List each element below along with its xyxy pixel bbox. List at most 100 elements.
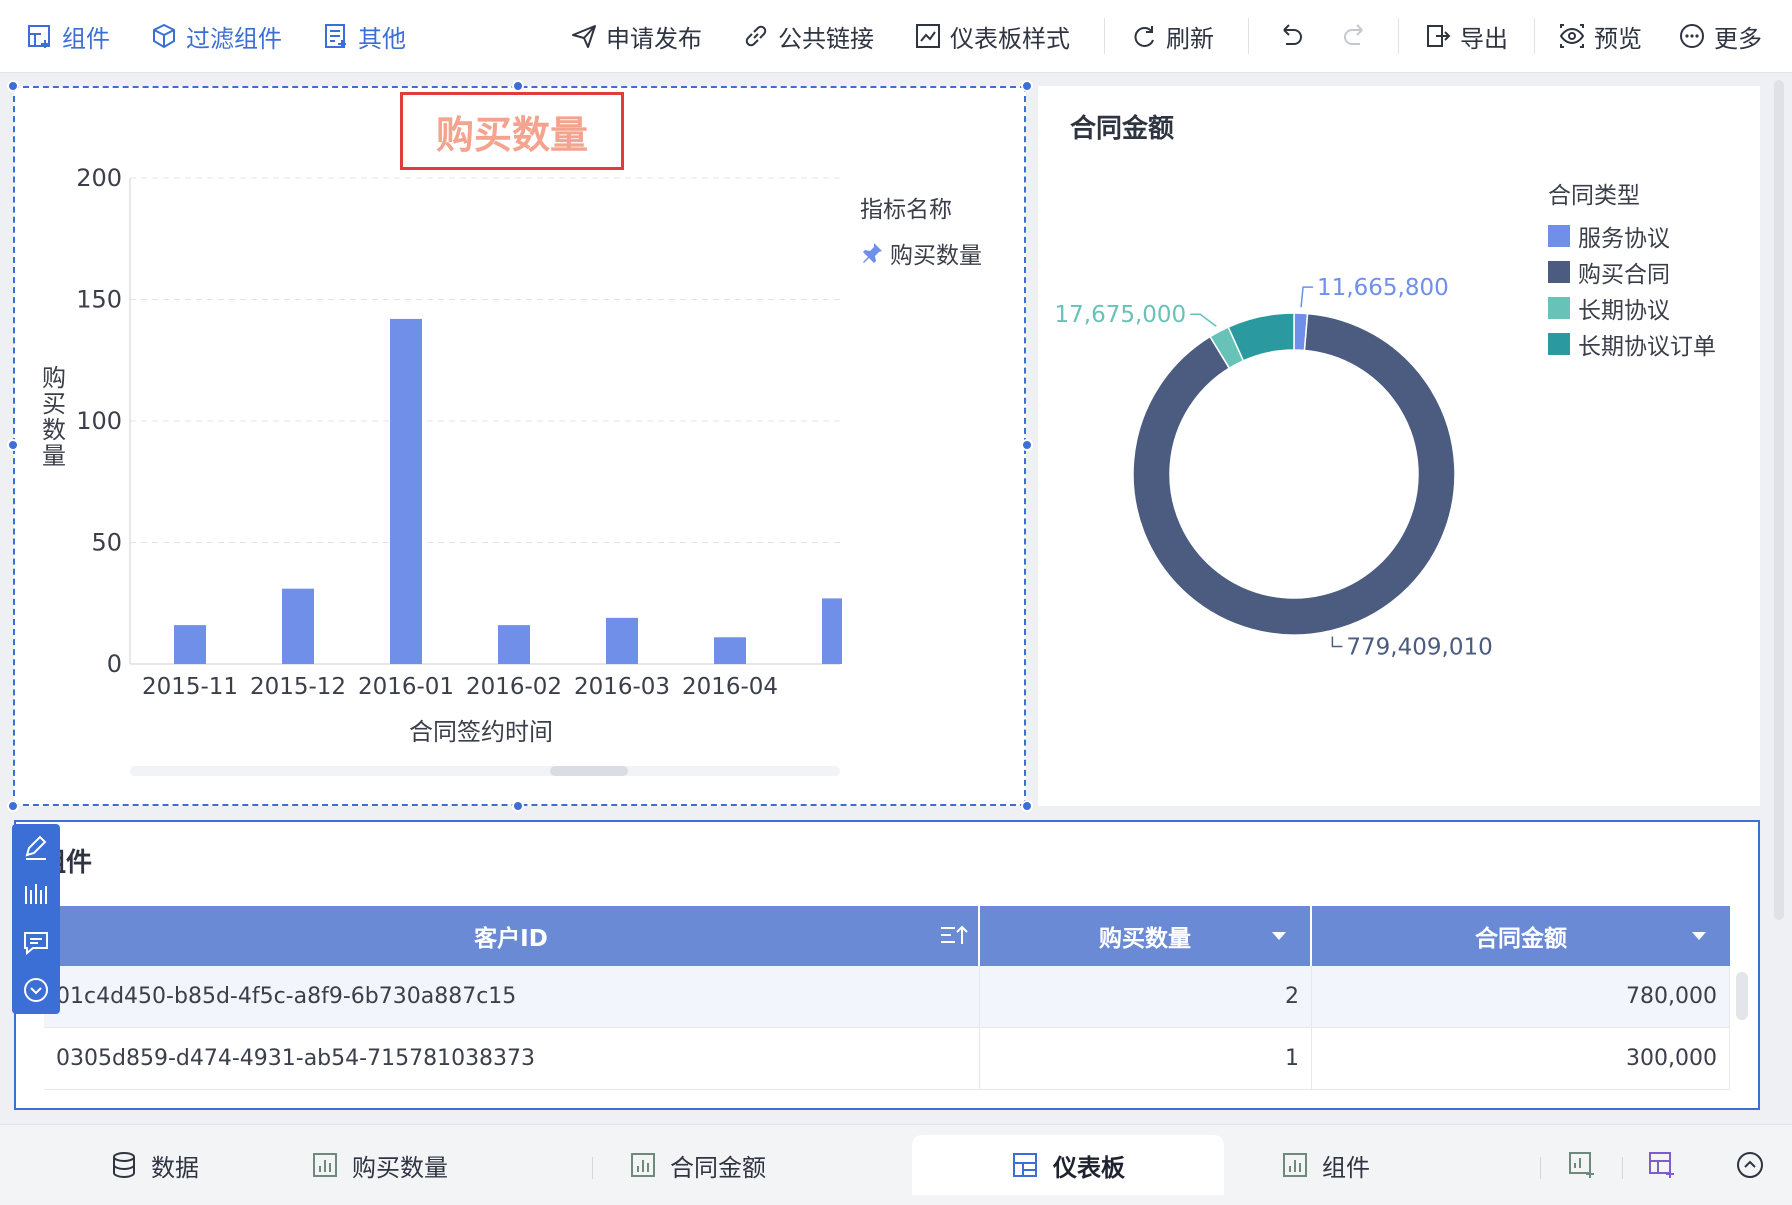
- sort-icon[interactable]: [938, 922, 968, 950]
- tab-label: 购买数量: [352, 1153, 448, 1182]
- bar-legend-item[interactable]: 购买数量: [860, 236, 982, 270]
- slice-data-label: 17,675,000: [1055, 302, 1187, 328]
- expand-down-icon[interactable]: [21, 975, 51, 1005]
- toolbar-divider: [1248, 18, 1249, 54]
- undo-button[interactable]: [1276, 14, 1314, 58]
- preview-label: 预览: [1594, 24, 1642, 53]
- bar: [606, 617, 638, 664]
- customer-id: 0305d859-d474-4931-ab54-715781038373: [56, 1046, 536, 1071]
- link-icon: [745, 25, 767, 47]
- bar-legend: 指标名称 购买数量: [860, 190, 982, 270]
- dashboard-style-label: 仪表板样式: [950, 24, 1070, 53]
- other-button[interactable]: 其他: [322, 14, 406, 58]
- column-header-label: 客户ID: [474, 926, 548, 952]
- dashboard-style-button[interactable]: 仪表板样式: [914, 14, 1070, 58]
- comment-icon[interactable]: [21, 928, 51, 958]
- donut-chart-card[interactable]: 合同金额 11,665,800 779,409,010 17,675,000 合同类…: [1038, 86, 1760, 806]
- public-link-button[interactable]: 公共链接: [742, 14, 874, 58]
- amount-value: 780,000: [1626, 984, 1717, 1009]
- y-tick-label: 200: [76, 164, 122, 192]
- public-link-label: 公共链接: [778, 24, 874, 53]
- edit-icon[interactable]: [21, 833, 51, 863]
- column-header-quantity[interactable]: 购买数量: [980, 906, 1312, 966]
- slice-data-label: 779,409,010: [1346, 635, 1492, 661]
- resize-handle[interactable]: [1021, 800, 1033, 812]
- tab-data[interactable]: 数据: [80, 1135, 230, 1195]
- donut-legend-item[interactable]: 长期协议: [1548, 290, 1716, 326]
- component-side-toolbar: [12, 824, 60, 1014]
- y-axis-title: 购买数量: [42, 364, 66, 470]
- resize-handle[interactable]: [7, 439, 19, 451]
- refresh-button[interactable]: 刷新: [1130, 14, 1214, 58]
- redo-button[interactable]: [1340, 14, 1378, 58]
- preview-button[interactable]: 预览: [1558, 14, 1642, 58]
- donut-legend-item[interactable]: 服务协议: [1548, 218, 1716, 254]
- bar-chart-card[interactable]: 购买数量 0 50 100 150 200 2015-11 2015-12 2016-01 20…: [14, 86, 1026, 806]
- bar: [498, 625, 530, 664]
- page-vertical-scrollbar[interactable]: [1774, 80, 1784, 920]
- table-cell[interactable]: 780,000: [1312, 966, 1730, 1028]
- resize-handle[interactable]: [7, 80, 19, 92]
- tab-contract-amount[interactable]: 合同金额: [608, 1135, 788, 1195]
- resize-handle[interactable]: [1021, 80, 1033, 92]
- bar-chart-icon: [631, 1153, 655, 1177]
- caret-down-icon[interactable]: [1270, 930, 1288, 942]
- horizontal-scrollbar[interactable]: [130, 766, 840, 776]
- filter-components-button[interactable]: 过滤组件: [150, 14, 282, 58]
- y-tick-label: 50: [91, 529, 122, 557]
- tab-divider: [1540, 1157, 1541, 1179]
- table-vertical-scrollbar[interactable]: [1736, 972, 1748, 1020]
- tab-component[interactable]: 组件: [1236, 1135, 1416, 1195]
- x-tick-label: 2015-11: [142, 674, 238, 700]
- table-card[interactable]: 组件 客户ID 购买数量 合同金额 01c4d450-b85d-4f5c-a8f…: [14, 820, 1760, 1110]
- donut-legend-item[interactable]: 长期协议订单: [1548, 326, 1716, 362]
- chevron-up-circle-icon: [1737, 1152, 1763, 1178]
- add-dashboard-icon: [1649, 1152, 1674, 1178]
- bar: [714, 637, 746, 664]
- label-leader-line: [1190, 313, 1217, 327]
- bar-chart-icon: [313, 1153, 337, 1177]
- tab-purchase-quantity[interactable]: 购买数量: [290, 1135, 470, 1195]
- column-header-customer-id[interactable]: 客户ID: [44, 906, 980, 966]
- column-header-label: 合同金额: [1475, 926, 1567, 952]
- resize-handle[interactable]: [7, 800, 19, 812]
- publish-button[interactable]: 申请发布: [570, 14, 702, 58]
- toolbar-divider: [1534, 18, 1535, 54]
- tab-dashboard[interactable]: 仪表板: [912, 1135, 1224, 1195]
- add-dashboard-tab-button[interactable]: [1636, 1135, 1688, 1195]
- components-label: 组件: [62, 24, 110, 53]
- legend-swatch: [1548, 225, 1570, 247]
- tab-label: 合同金额: [670, 1153, 766, 1182]
- resize-handle[interactable]: [512, 800, 524, 812]
- bar: [390, 318, 422, 664]
- column-header-amount[interactable]: 合同金额: [1312, 906, 1730, 966]
- donut-legend-item[interactable]: 购买合同: [1548, 254, 1716, 290]
- table-cell[interactable]: 300,000: [1312, 1028, 1730, 1090]
- export-icon: [1427, 25, 1451, 47]
- tab-label: 组件: [1322, 1153, 1370, 1182]
- tab-label: 仪表板: [1053, 1153, 1125, 1182]
- add-component-tab-button[interactable]: [1556, 1135, 1608, 1195]
- quantity-value: 1: [1285, 1046, 1299, 1071]
- top-toolbar: 组件 过滤组件 其他 申请发布 公共链接 仪表板样式 刷新 导出 预览 更多: [0, 0, 1792, 73]
- chart-type-icon[interactable]: [21, 880, 51, 910]
- export-button[interactable]: 导出: [1424, 14, 1508, 58]
- table-cell[interactable]: 1: [980, 1028, 1312, 1090]
- scrollbar-thumb[interactable]: [550, 766, 628, 776]
- column-header-label: 购买数量: [1099, 926, 1191, 952]
- collapse-tabs-button[interactable]: [1726, 1135, 1774, 1195]
- legend-swatch: [1548, 297, 1570, 319]
- more-button[interactable]: 更多: [1678, 14, 1762, 58]
- table-cell[interactable]: 2: [980, 966, 1312, 1028]
- caret-down-icon[interactable]: [1690, 930, 1708, 942]
- customer-id: 01c4d450-b85d-4f5c-a8f9-6b730a887c15: [56, 984, 517, 1009]
- table-cell[interactable]: 01c4d450-b85d-4f5c-a8f9-6b730a887c15: [44, 966, 980, 1028]
- database-icon: [113, 1152, 135, 1179]
- y-tick-label: 0: [107, 650, 122, 678]
- resize-handle[interactable]: [512, 80, 524, 92]
- table-cell[interactable]: 0305d859-d474-4931-ab54-715781038373: [44, 1028, 980, 1090]
- components-button[interactable]: 组件: [26, 14, 110, 58]
- resize-handle[interactable]: [1021, 439, 1033, 451]
- legend-swatch: [1548, 261, 1570, 283]
- x-tick-label: 2016-01: [358, 674, 454, 700]
